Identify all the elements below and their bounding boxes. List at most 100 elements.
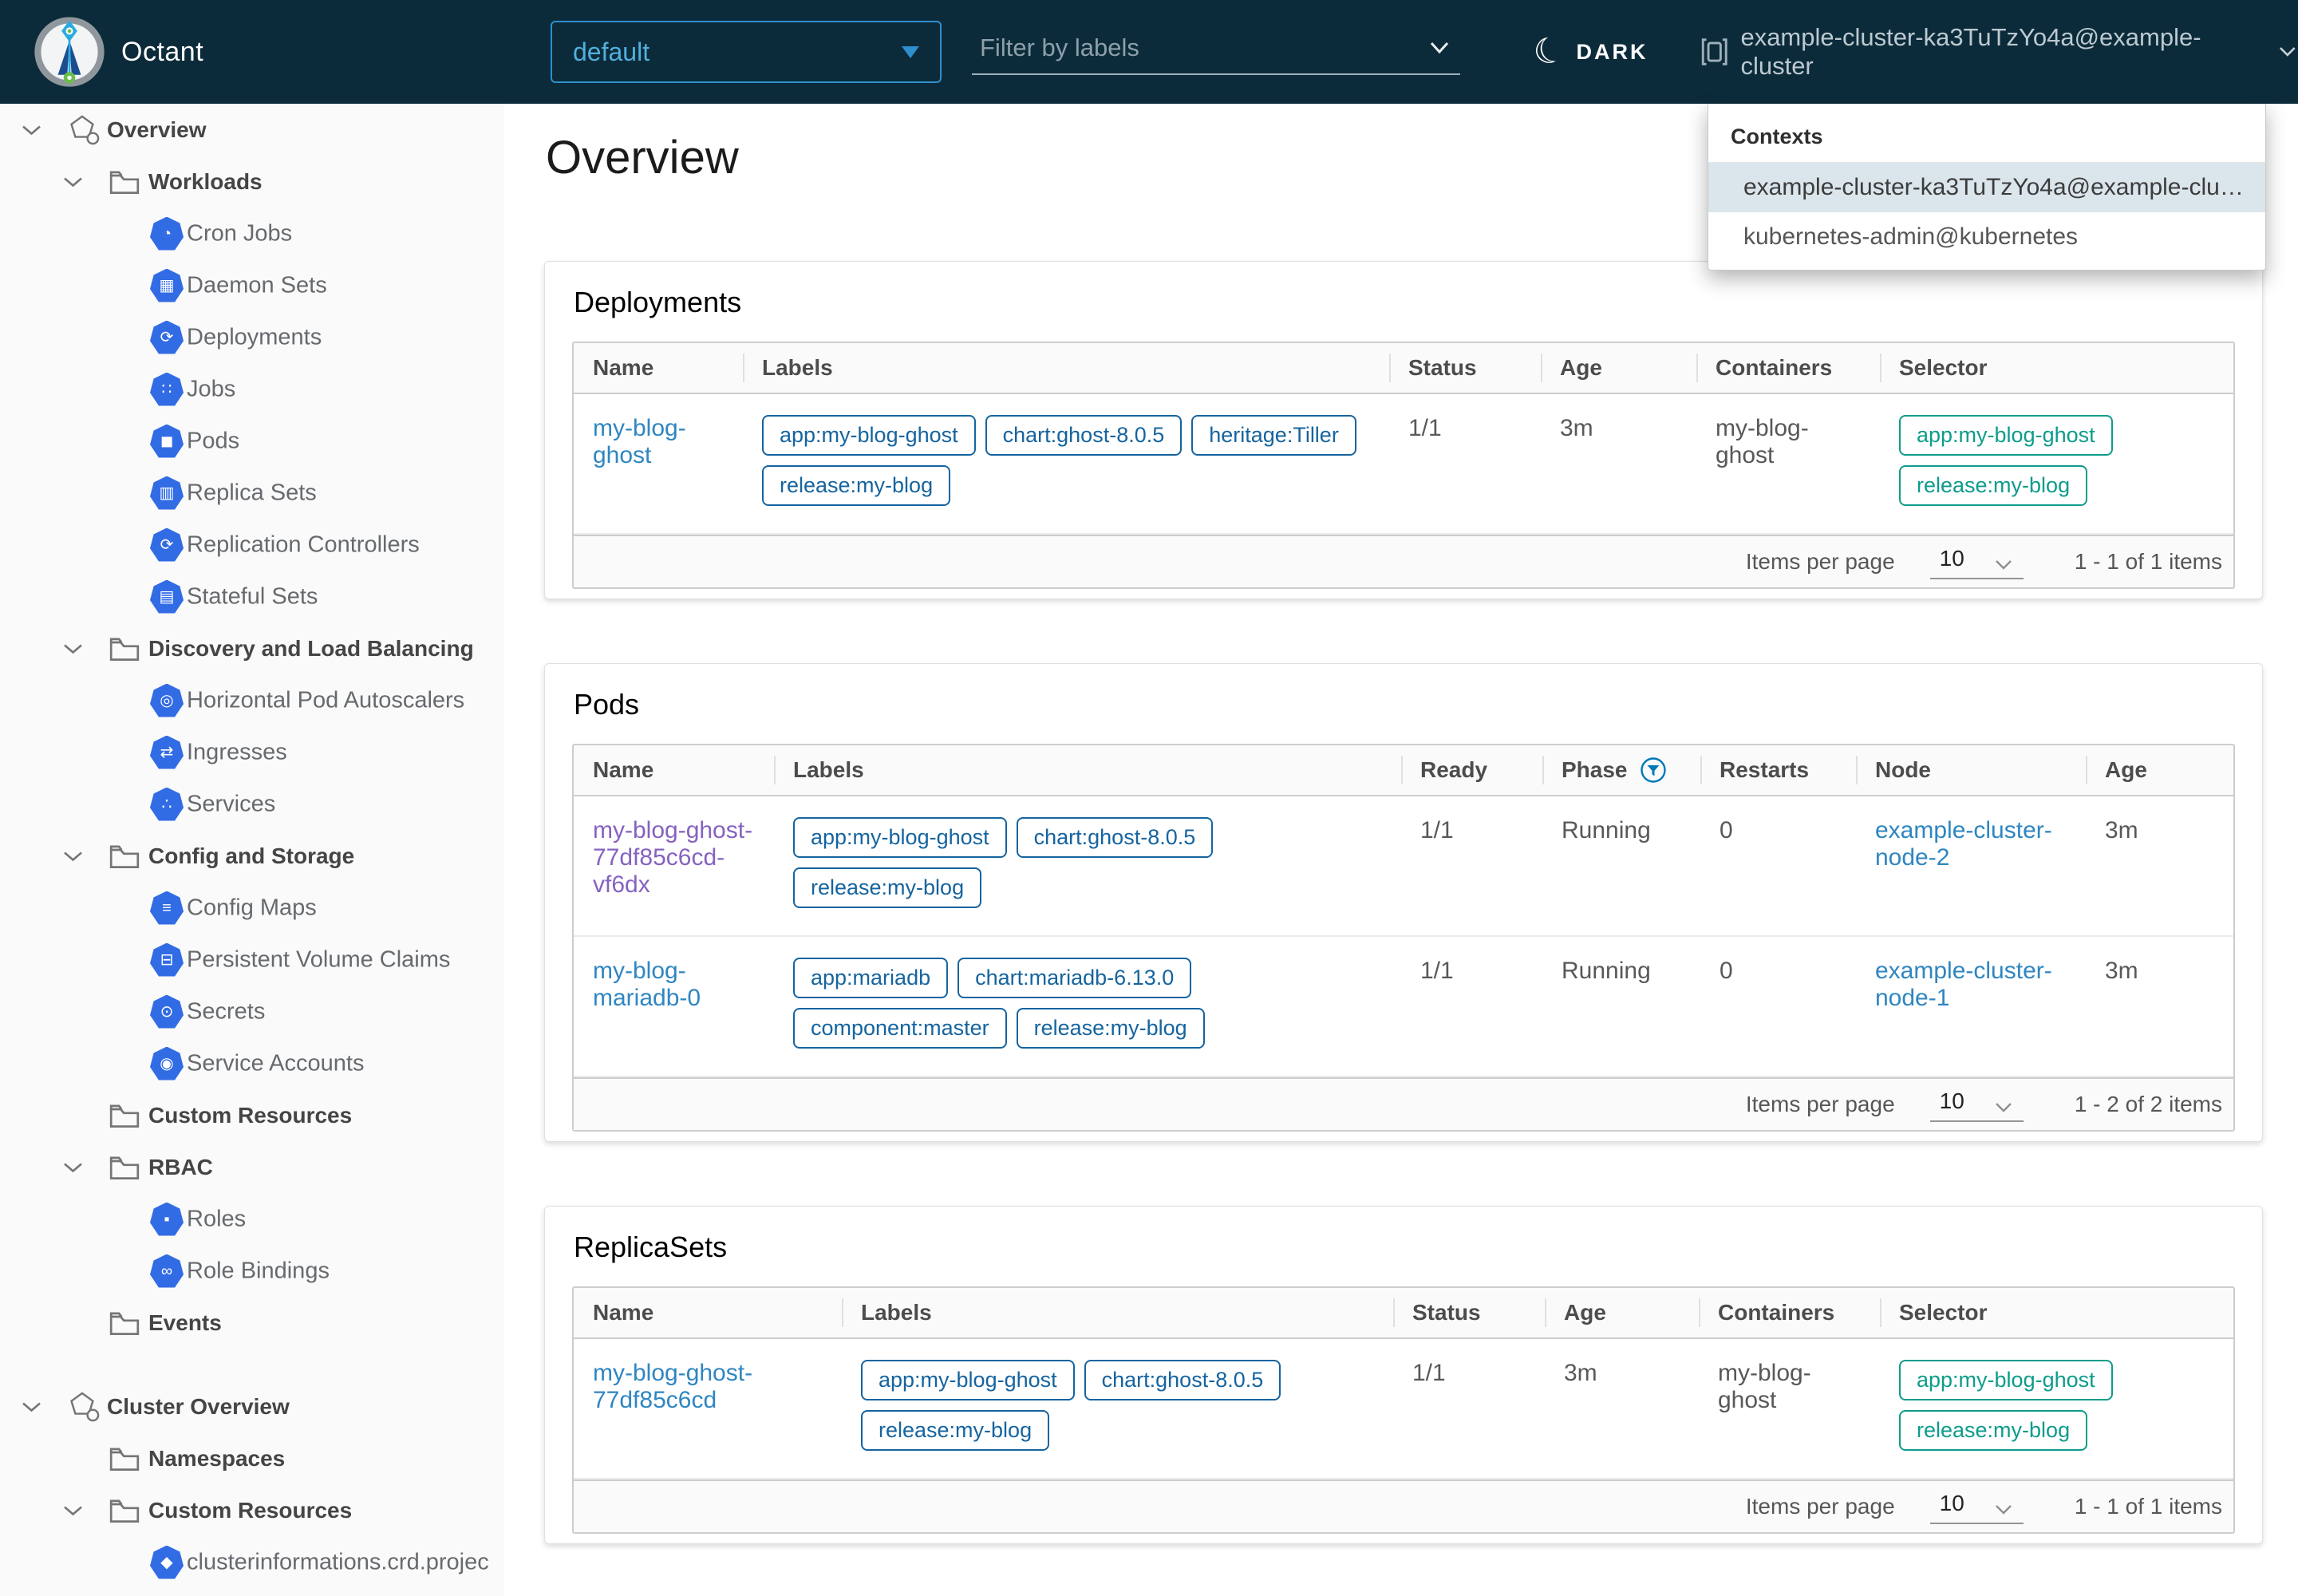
- pods-card: PodsNameLabelsReadyPhaseRestartsNodeAgem…: [544, 663, 2263, 1142]
- services-icon: ∴: [150, 788, 184, 821]
- sidebar-item-discovery-and-load-balancing[interactable]: Discovery and Load Balancing: [0, 622, 504, 674]
- sidebar-item-daemon-sets[interactable]: ▦Daemon Sets: [0, 259, 504, 311]
- sidebar-item-label: Workloads: [148, 169, 263, 195]
- sidebar-item-overview[interactable]: Overview: [0, 104, 504, 156]
- sidebar-item-cluster-overview[interactable]: Cluster Overview: [0, 1381, 504, 1432]
- roles-icon: ▪: [150, 1203, 184, 1236]
- serviceaccounts-icon: ◉: [150, 1047, 184, 1080]
- cell-age: 3m: [1545, 1339, 1699, 1478]
- sidebar-item-label: Services: [187, 791, 275, 817]
- items-per-page-select[interactable]: 10: [1930, 1489, 2024, 1524]
- section-title: Deployments: [574, 286, 2235, 319]
- sidebar-item-replica-sets[interactable]: ▥Replica Sets: [0, 467, 504, 519]
- selector-tag: app:my-blog-ghost: [1899, 1360, 2113, 1400]
- sidebar-item-namespaces[interactable]: Namespaces: [0, 1432, 504, 1484]
- label-tag: component:master: [793, 1008, 1007, 1049]
- context-menu-item[interactable]: kubernetes-admin@kubernetes: [1708, 212, 2265, 262]
- sidebar-item-secrets[interactable]: ⊙Secrets: [0, 986, 504, 1037]
- resource-name-link[interactable]: my-blog-ghost-77df85c6cd-vf6dx: [593, 817, 752, 898]
- label-tag: release:my-blog: [861, 1410, 1049, 1451]
- items-per-page-select[interactable]: 10: [1930, 544, 2024, 579]
- sidebar-item-events[interactable]: Events: [0, 1297, 504, 1349]
- sidebar-item-jobs[interactable]: ∷Jobs: [0, 363, 504, 415]
- table-row: my-blog-ghost-77df85c6cd-vf6dx app:my-blo…: [574, 796, 2233, 937]
- chevron-down-icon[interactable]: [62, 642, 84, 655]
- chevron-down-icon[interactable]: [21, 1400, 42, 1413]
- label-tag: chart:ghost-8.0.5: [1017, 817, 1214, 858]
- dark-label: DARK: [1576, 40, 1648, 65]
- configmaps-icon: ≡: [150, 891, 184, 925]
- chevron-down-icon[interactable]: [21, 123, 42, 136]
- sidebar-item-pods[interactable]: ◼Pods: [0, 415, 504, 467]
- items-per-page-select[interactable]: 10: [1930, 1087, 2024, 1122]
- chevron-down-icon[interactable]: [62, 849, 84, 863]
- node-link[interactable]: example-cluster-node-1: [1875, 958, 2052, 1011]
- filter-icon[interactable]: [1639, 756, 1668, 784]
- cell-labels: app:my-blog-ghostchart:ghost-8.0.5herita…: [743, 394, 1389, 533]
- column-header-restarts: Restarts: [1700, 745, 1856, 795]
- sidebar-item-persistent-volume-claims[interactable]: ⊟Persistent Volume Claims: [0, 934, 504, 986]
- chevron-down-icon[interactable]: [62, 1160, 84, 1174]
- filter-by-labels-input[interactable]: Filter by labels: [972, 22, 1460, 75]
- column-header-labels: Labels: [774, 745, 1401, 795]
- column-header-name: Name: [574, 1288, 842, 1337]
- sidebar-item-custom-resources[interactable]: Custom Resources: [0, 1484, 504, 1536]
- node-link[interactable]: example-cluster-node-2: [1875, 817, 2052, 871]
- labels-list: app:my-blog-ghostchart:ghost-8.0.5releas…: [793, 817, 1288, 908]
- contexts-menu-title: Contexts: [1708, 104, 2265, 163]
- cluster-icon: [1700, 35, 1729, 69]
- sidebar-item-label: Deployments: [187, 324, 322, 350]
- hpa-icon: ◎: [150, 684, 184, 717]
- sidebar-item-deployments[interactable]: ⟳Deployments: [0, 311, 504, 363]
- sidebar-item-clusterinformations-crd-projec[interactable]: ◆clusterinformations.crd.projec: [0, 1536, 504, 1588]
- sidebar-item-rbac[interactable]: RBAC: [0, 1141, 504, 1193]
- table-header-row: NameLabelsReadyPhaseRestartsNodeAge: [574, 745, 2233, 796]
- sidebar-item-roles[interactable]: ▪Roles: [0, 1193, 504, 1245]
- sidebar-item-custom-resources[interactable]: Custom Resources: [0, 1089, 504, 1141]
- dark-theme-toggle[interactable]: ☾ DARK: [1534, 0, 1648, 104]
- cell-name: my-blog-ghost: [574, 394, 743, 533]
- cell-status: 1/1: [1393, 1339, 1545, 1478]
- sidebar-item-label: Replication Controllers: [187, 531, 420, 558]
- sidebar-item-label: Pods: [187, 428, 239, 454]
- chevron-down-icon[interactable]: [62, 175, 84, 188]
- section-title: ReplicaSets: [574, 1231, 2235, 1264]
- cell-name: my-blog-mariadb-0: [574, 937, 774, 1076]
- cell-age: 3m: [2086, 796, 2233, 935]
- folder-icon: [109, 636, 140, 662]
- column-header-phase: Phase: [1542, 745, 1700, 795]
- resource-name-link[interactable]: my-blog-mariadb-0: [593, 958, 701, 1011]
- label-tag: release:my-blog: [1017, 1008, 1205, 1049]
- sidebar-item-role-bindings[interactable]: ∞Role Bindings: [0, 1245, 504, 1297]
- sidebar-item-cron-jobs[interactable]: ◔Cron Jobs: [0, 207, 504, 259]
- sidebar-item-label: Cluster Overview: [107, 1394, 290, 1420]
- sidebar-item-label: Discovery and Load Balancing: [148, 636, 474, 662]
- sidebar-item-ingresses[interactable]: ⇄Ingresses: [0, 726, 504, 778]
- sidebar-item-services[interactable]: ∴Services: [0, 778, 504, 830]
- context-switcher[interactable]: example-cluster-ka3TuTzYo4a@example-clus…: [1700, 0, 2298, 104]
- resource-name-link[interactable]: my-blog-ghost: [593, 415, 686, 468]
- label-tag: app:my-blog-ghost: [793, 817, 1007, 858]
- sidebar-item-config-and-storage[interactable]: Config and Storage: [0, 830, 504, 882]
- ingresses-icon: ⇄: [150, 736, 184, 769]
- sidebar-item-replication-controllers[interactable]: ⟳Replication Controllers: [0, 519, 504, 571]
- chevron-down-icon[interactable]: [1427, 40, 1452, 56]
- sidebar-item-stateful-sets[interactable]: ▤Stateful Sets: [0, 571, 504, 622]
- resource-name-link[interactable]: my-blog-ghost-77df85c6cd: [593, 1360, 752, 1413]
- context-menu-item[interactable]: example-cluster-ka3TuTzYo4a@example-clu…: [1708, 163, 2265, 212]
- sidebar-item-csidrivers-csi-storage-k8s-io[interactable]: ◆csidrivers.csi.storage.k8s.io: [0, 1588, 504, 1596]
- sidebar-item-workloads[interactable]: Workloads: [0, 156, 504, 207]
- selector-tag: release:my-blog: [1899, 1410, 2087, 1451]
- cell-phase: Running: [1542, 937, 1700, 1076]
- chevron-down-icon[interactable]: [62, 1503, 84, 1517]
- sidebar-item-config-maps[interactable]: ≡Config Maps: [0, 882, 504, 934]
- column-header-containers: Containers: [1699, 1288, 1880, 1337]
- cell-text: Running: [1562, 817, 1651, 843]
- cell-containers: my-blog-ghost: [1699, 1339, 1880, 1478]
- sidebar-item-service-accounts[interactable]: ◉Service Accounts: [0, 1037, 504, 1089]
- namespace-select[interactable]: default: [551, 21, 942, 83]
- sidebar-item-label: Custom Resources: [148, 1498, 352, 1523]
- app-header: Octant default Filter by labels ☾ DARK e…: [0, 0, 2298, 104]
- sidebar-item-horizontal-pod-autoscalers[interactable]: ◎Horizontal Pod Autoscalers: [0, 674, 504, 726]
- cell-text: my-blog-ghost: [1716, 415, 1809, 468]
